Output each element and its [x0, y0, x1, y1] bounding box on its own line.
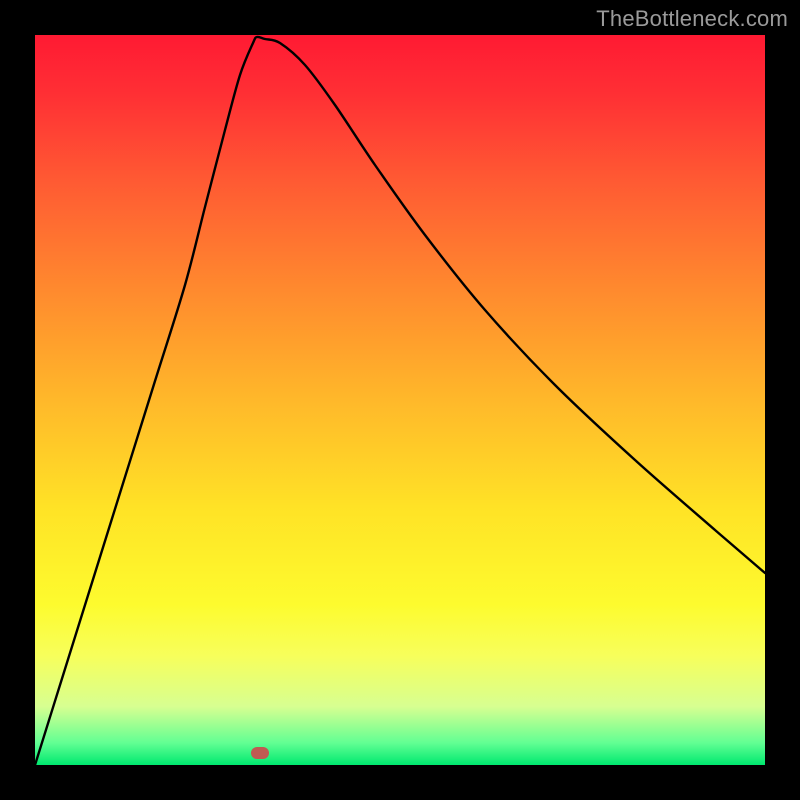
watermark-text: TheBottleneck.com	[596, 6, 788, 32]
bottleneck-curve	[35, 35, 765, 765]
optimal-point-marker	[251, 747, 269, 759]
outer-frame: TheBottleneck.com	[0, 0, 800, 800]
plot-area	[35, 35, 765, 765]
